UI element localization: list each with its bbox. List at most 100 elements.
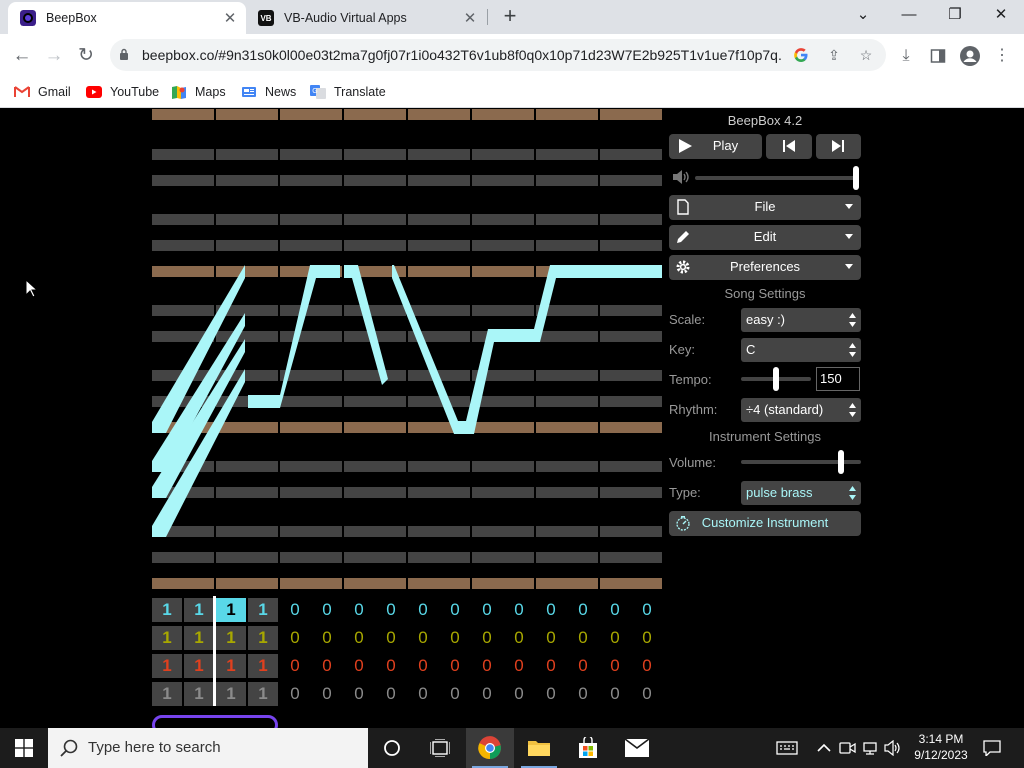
pitch-row-cell[interactable]	[216, 526, 278, 537]
pitch-row-cell[interactable]	[536, 578, 598, 589]
google-icon[interactable]	[791, 45, 811, 65]
back-arrow-icon[interactable]: ←	[8, 42, 36, 70]
pitch-row-cell[interactable]	[280, 578, 342, 589]
track-pattern-cell[interactable]: 1	[216, 654, 246, 678]
track-pattern-cell[interactable]: 0	[280, 598, 310, 622]
track-pattern-cell[interactable]: 1	[248, 626, 278, 650]
pitch-row-cell[interactable]	[600, 461, 662, 472]
pitch-row-cell[interactable]	[536, 240, 598, 251]
bookmark-youtube[interactable]: YouTube	[86, 82, 159, 102]
master-volume-track[interactable]	[695, 176, 859, 180]
pitch-row-cell[interactable]	[408, 214, 470, 225]
pitch-row-cell[interactable]	[472, 305, 534, 316]
track-pattern-cell[interactable]: 0	[408, 598, 438, 622]
close-window-button[interactable]: ✕	[978, 0, 1024, 30]
track-pattern-cell[interactable]: 0	[632, 626, 662, 650]
pitch-row-cell[interactable]	[408, 240, 470, 251]
pitch-row-cell[interactable]	[344, 578, 406, 589]
pitch-row-cell[interactable]	[472, 422, 534, 433]
track-pattern-cell[interactable]: 1	[152, 682, 182, 706]
pitch-row-cell[interactable]	[536, 552, 598, 563]
notifications-icon[interactable]	[982, 740, 1002, 756]
pitch-row-cell[interactable]	[536, 109, 598, 120]
pitch-row-cell[interactable]	[600, 240, 662, 251]
track-pattern-cell[interactable]: 0	[504, 626, 534, 650]
pitch-row-cell[interactable]	[152, 266, 214, 277]
pitch-row-cell[interactable]	[536, 370, 598, 381]
track-pattern-cell[interactable]: 0	[440, 598, 470, 622]
pitch-row-cell[interactable]	[344, 461, 406, 472]
pitch-row-cell[interactable]	[408, 578, 470, 589]
pitch-row-cell[interactable]	[152, 109, 214, 120]
tab-vb-audio[interactable]: VB VB-Audio Virtual Apps ✕	[246, 2, 486, 34]
pitch-row-cell[interactable]	[408, 175, 470, 186]
track-pattern-cell[interactable]: 0	[600, 598, 630, 622]
track-pattern-cell[interactable]: 0	[312, 626, 342, 650]
pitch-row-cell[interactable]	[408, 552, 470, 563]
track-pattern-cell[interactable]: 0	[344, 682, 374, 706]
tempo-input[interactable]: 150	[816, 367, 860, 391]
pitch-row-cell[interactable]	[344, 175, 406, 186]
pitch-row-cell[interactable]	[152, 175, 214, 186]
track-editor[interactable]: 1111000000000000111100000000000011110000…	[152, 596, 672, 728]
pitch-row-cell[interactable]	[280, 175, 342, 186]
bookmark-gmail[interactable]: Gmail	[14, 82, 71, 102]
pitch-row-cell[interactable]	[600, 396, 662, 407]
pitch-row-cell[interactable]	[280, 240, 342, 251]
pitch-row-cell[interactable]	[472, 109, 534, 120]
note[interactable]	[392, 265, 662, 434]
track-pattern-cell[interactable]: 0	[440, 626, 470, 650]
pitch-row-cell[interactable]	[152, 552, 214, 563]
play-button[interactable]: Play	[669, 134, 762, 159]
preferences-menu-button[interactable]: Preferences	[669, 255, 861, 280]
track-pattern-cell[interactable]: 0	[408, 654, 438, 678]
track-pattern-cell[interactable]: 0	[312, 598, 342, 622]
pitch-row-cell[interactable]	[280, 552, 342, 563]
pitch-row-cell[interactable]	[280, 461, 342, 472]
pitch-row-cell[interactable]	[472, 487, 534, 498]
pitch-row-cell[interactable]	[280, 331, 342, 342]
track-pattern-cell[interactable]: 0	[600, 682, 630, 706]
restore-button[interactable]: ❐	[932, 0, 978, 30]
key-select[interactable]: C	[741, 338, 861, 362]
side-panel-icon[interactable]	[926, 44, 950, 68]
track-pattern-cell[interactable]: 0	[376, 654, 406, 678]
pitch-row-cell[interactable]	[536, 461, 598, 472]
track-pattern-cell[interactable]: 0	[280, 682, 310, 706]
system-clock[interactable]: 3:14 PM 9/12/2023	[910, 731, 972, 763]
track-pattern-cell[interactable]: 1	[216, 682, 246, 706]
pitch-row-cell[interactable]	[216, 578, 278, 589]
profile-avatar-icon[interactable]	[958, 44, 982, 68]
reload-icon[interactable]: ↻	[72, 42, 100, 70]
pitch-row-cell[interactable]	[600, 305, 662, 316]
pitch-row-cell[interactable]	[600, 487, 662, 498]
pitch-row-cell[interactable]	[344, 240, 406, 251]
track-pattern-cell[interactable]: 0	[600, 626, 630, 650]
tempo-slider-thumb[interactable]	[773, 367, 779, 391]
pitch-row-cell[interactable]	[280, 396, 342, 407]
pitch-row-cell[interactable]	[216, 214, 278, 225]
pitch-row-cell[interactable]	[216, 461, 278, 472]
track-pattern-cell[interactable]: 0	[568, 626, 598, 650]
track-pattern-cell[interactable]: 0	[344, 654, 374, 678]
pitch-row-cell[interactable]	[344, 487, 406, 498]
pitch-row-cell[interactable]	[280, 422, 342, 433]
pitch-row-cell[interactable]	[600, 175, 662, 186]
track-pattern-cell[interactable]: 1	[152, 598, 182, 622]
pitch-row-cell[interactable]	[280, 305, 342, 316]
address-bar[interactable]: beepbox.co/#9n31s0k0l00e03t2ma7g0fj07r1i…	[110, 39, 886, 71]
pitch-row-cell[interactable]	[600, 422, 662, 433]
bookmark-news[interactable]: News	[241, 82, 296, 102]
network-icon[interactable]	[862, 740, 880, 756]
pitch-row-cell[interactable]	[408, 149, 470, 160]
pitch-row-cell[interactable]	[344, 109, 406, 120]
microsoft-store-button[interactable]	[564, 728, 612, 768]
pitch-row-cell[interactable]	[152, 214, 214, 225]
track-pattern-cell[interactable]: 0	[536, 654, 566, 678]
tab-search-chevron-icon[interactable]: ⌄	[840, 0, 886, 30]
track-pattern-cell[interactable]: 0	[344, 598, 374, 622]
bookmark-star-icon[interactable]: ☆	[856, 45, 876, 65]
track-pattern-cell[interactable]: 1	[248, 682, 278, 706]
loop-bar[interactable]	[152, 715, 278, 728]
pitch-row-cell[interactable]	[536, 175, 598, 186]
